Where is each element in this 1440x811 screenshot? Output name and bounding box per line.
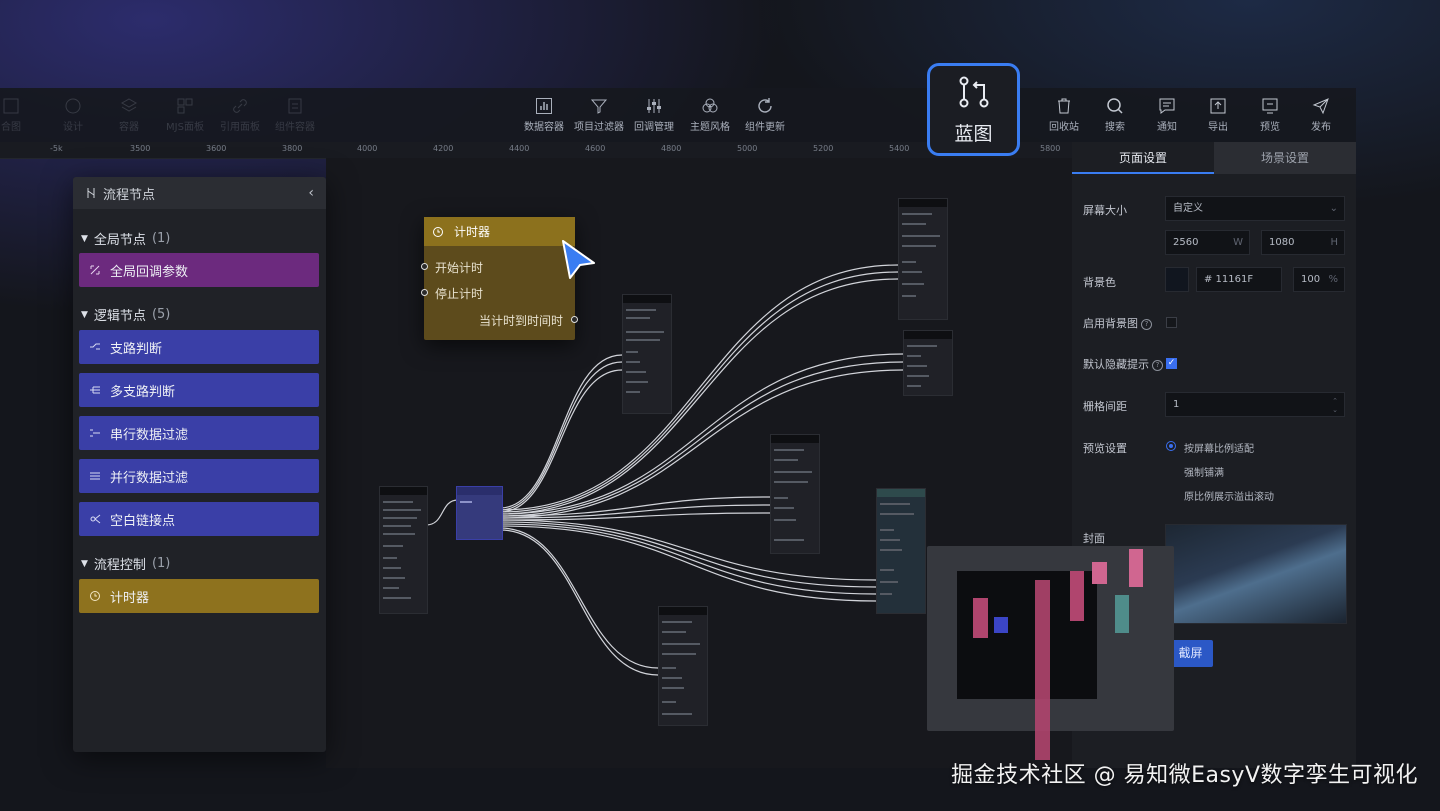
- git-pull-request-icon: [959, 76, 988, 108]
- width-input[interactable]: 2560 W: [1165, 230, 1250, 255]
- minimap-node: [1115, 595, 1129, 633]
- node-serial-filter[interactable]: 串行数据过滤: [79, 416, 319, 450]
- input-port-stop[interactable]: [421, 289, 428, 296]
- help-icon[interactable]: ?: [1152, 360, 1163, 371]
- bg-color-swatch[interactable]: [1165, 267, 1189, 292]
- opacity-input[interactable]: 100 %: [1293, 267, 1345, 292]
- stepper-icon[interactable]: ⌃ ⌄: [1332, 397, 1338, 415]
- flow-icon: [87, 188, 95, 198]
- chevron-down-icon: ⌄: [1329, 203, 1338, 214]
- node-branch[interactable]: 支路判断: [79, 330, 319, 364]
- height-input[interactable]: 1080 H: [1261, 230, 1345, 255]
- bg-color-label: 背景色: [1083, 276, 1116, 289]
- hide-tip-checkbox[interactable]: ✓: [1166, 358, 1177, 369]
- clock-icon: [90, 591, 100, 601]
- canvas-node-6[interactable]: [876, 488, 926, 614]
- preview-option-scroll[interactable]: 原比例展示溢出滚动: [1184, 488, 1274, 503]
- canvas-node-3[interactable]: [898, 198, 948, 320]
- preview-settings-label: 预览设置: [1083, 442, 1127, 455]
- group-global[interactable]: ▼ 全局节点 (1): [81, 229, 170, 248]
- callback-icon: [90, 265, 100, 275]
- input-port-start[interactable]: [421, 263, 428, 270]
- cover-thumbnail: [1165, 524, 1347, 624]
- caret-down-icon: ▼: [81, 558, 88, 569]
- watermark: 掘金技术社区 @ 易知微EasyV数字孪生可视化: [951, 763, 1418, 788]
- grid-spacing-input[interactable]: 1 ⌃ ⌄: [1165, 392, 1345, 417]
- minimap-node: [1070, 571, 1084, 621]
- help-icon[interactable]: ?: [1141, 319, 1152, 330]
- panel-title: 流程节点: [103, 187, 156, 203]
- bg-image-checkbox[interactable]: [1166, 317, 1177, 328]
- minimap-node: [1092, 562, 1107, 584]
- canvas-node-4[interactable]: [903, 330, 953, 396]
- minimap-node: [1035, 580, 1050, 760]
- canvas-node-5[interactable]: [770, 434, 820, 554]
- bg-image-label: 启用背景图?: [1083, 315, 1152, 331]
- node-blank-link[interactable]: 空白链接点: [79, 502, 319, 536]
- screenshot-button[interactable]: 截屏: [1168, 640, 1213, 667]
- timer-node-header[interactable]: 计时器: [424, 217, 575, 246]
- input-stop-label: 停止计时: [435, 287, 484, 301]
- minimap-node: [1129, 549, 1143, 587]
- caret-down-icon: ▼: [81, 233, 88, 244]
- minimap-node: [994, 617, 1008, 633]
- preview-option-fill[interactable]: 强制铺满: [1184, 464, 1224, 479]
- serial-filter-icon: [90, 429, 100, 437]
- node-timer[interactable]: 计时器: [79, 579, 319, 613]
- parallel-filter-icon: [90, 472, 100, 480]
- bg-color-input[interactable]: # 11161F: [1196, 267, 1282, 292]
- clock-icon: [433, 226, 443, 237]
- flow-nodes-panel: 流程节点 ‹ ▼ 全局节点 (1) 全局回调参数 ▼ 逻辑节点 (5) 支路判断…: [73, 177, 326, 752]
- canvas-node-7[interactable]: [658, 606, 708, 726]
- canvas-node-2[interactable]: [622, 294, 672, 414]
- caret-down-icon: ▼: [81, 309, 88, 320]
- screen-size-select[interactable]: 自定义 ⌄: [1165, 196, 1345, 221]
- preview-radio-fit[interactable]: [1166, 441, 1176, 451]
- node-parallel-filter[interactable]: 并行数据过滤: [79, 459, 319, 493]
- canvas-node-multibranch[interactable]: [456, 486, 503, 540]
- output-port-timeout[interactable]: [571, 316, 578, 323]
- cover-label: 封面: [1083, 532, 1105, 545]
- canvas-node-1[interactable]: [379, 486, 428, 614]
- tab-scene-settings[interactable]: 场景设置: [1214, 142, 1356, 174]
- node-multi-branch[interactable]: 多支路判断: [79, 373, 319, 407]
- multi-branch-icon: [90, 386, 100, 394]
- timer-node[interactable]: 计时器 开始计时 停止计时 当计时到时间时: [421, 217, 578, 340]
- screen-size-label: 屏幕大小: [1083, 204, 1127, 217]
- minimap[interactable]: [927, 546, 1174, 760]
- group-flow-control[interactable]: ▼ 流程控制 (1): [81, 554, 170, 573]
- output-timeout-label: 当计时到时间时: [478, 314, 563, 328]
- minimap-node: [973, 598, 988, 638]
- panel-header: 流程节点 ‹: [73, 177, 326, 209]
- collapse-chevron-icon[interactable]: ‹: [308, 185, 314, 201]
- grid-spacing-label: 栅格间距: [1083, 400, 1127, 413]
- tab-page-settings[interactable]: 页面设置: [1072, 142, 1214, 174]
- group-logic[interactable]: ▼ 逻辑节点 (5): [81, 305, 170, 324]
- blueprint-button[interactable]: 蓝图: [927, 63, 1020, 156]
- branch-icon: [90, 343, 100, 350]
- input-start-label: 开始计时: [435, 261, 484, 275]
- cursor-arrow-icon: [562, 240, 595, 279]
- node-global-callback[interactable]: 全局回调参数: [79, 253, 319, 287]
- blank-link-icon: [90, 514, 101, 524]
- hide-tip-label: 默认隐藏提示?: [1083, 356, 1163, 372]
